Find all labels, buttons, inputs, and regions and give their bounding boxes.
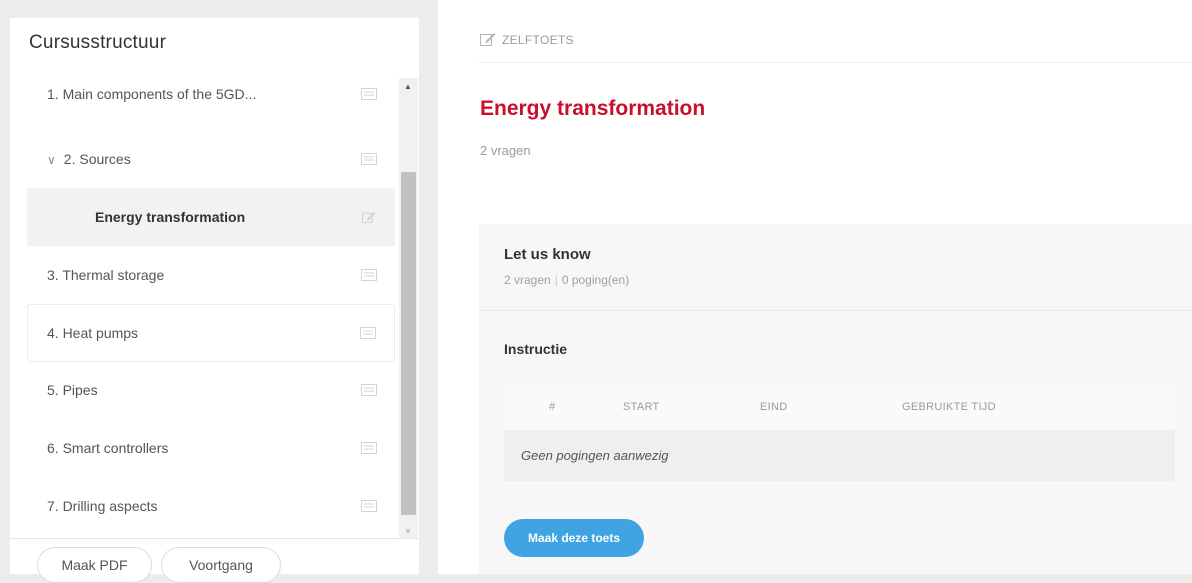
quiz-card: Let us know 2 vragen | 0 poging(en) Instru… xyxy=(479,224,1192,574)
nav-item-smart-controllers[interactable]: 6. Smart controllers xyxy=(27,419,395,477)
nav-item-label: Energy transformation xyxy=(95,209,246,225)
document-icon xyxy=(361,442,377,454)
nav-item-heat-pumps[interactable]: 4. Heat pumps xyxy=(27,304,395,362)
attempts-table: # START EIND GEBRUIKTE TIJD Geen poginge… xyxy=(504,384,1175,481)
nav-item-label: 4. Heat pumps xyxy=(47,325,139,341)
main-content: ZELFTOETS Energy transformation 2 vragen… xyxy=(438,0,1192,574)
document-icon xyxy=(361,500,377,512)
nav-item-main-components[interactable]: 1. Main components of the 5GD... xyxy=(27,73,395,123)
nav-item-drilling-aspects[interactable]: 7. Drilling aspects xyxy=(27,477,395,533)
document-icon xyxy=(361,88,377,100)
sidebar-title: Cursusstructuur xyxy=(29,32,167,53)
scroll-down-arrow-icon[interactable]: ▼ xyxy=(404,527,412,536)
table-row: Geen pogingen aanwezig xyxy=(504,431,1175,481)
nav-item-label: 1. Main components of the 5GD... xyxy=(47,86,257,102)
edit-icon xyxy=(362,211,376,223)
nav-item-label: 2. Sources xyxy=(63,151,131,167)
page-title: Energy transformation xyxy=(480,97,706,120)
empty-state-text: Geen pogingen aanwezig xyxy=(521,448,669,463)
course-nav-list: 1. Main components of the 5GD... ∨ 2. Sou… xyxy=(10,73,397,533)
nav-item-label: 6. Smart controllers xyxy=(47,440,169,456)
progress-button[interactable]: Voortgang xyxy=(161,547,281,583)
column-header-time-used: GEBRUIKTE TIJD xyxy=(902,401,996,413)
make-pdf-button[interactable]: Maak PDF xyxy=(37,547,152,583)
sidebar-scrollbar[interactable]: ▲ ▼ xyxy=(399,78,418,538)
scroll-up-arrow-icon[interactable]: ▲ xyxy=(404,82,412,91)
quiz-meta: 2 vragen | 0 poging(en) xyxy=(504,273,629,287)
instruction-heading: Instructie xyxy=(504,341,568,357)
document-icon xyxy=(361,269,377,281)
breadcrumb: ZELFTOETS xyxy=(480,32,574,47)
document-icon xyxy=(361,384,377,396)
quiz-title: Let us know xyxy=(504,246,591,263)
header-divider xyxy=(478,62,1192,63)
quiz-attempt-count: 0 poging(en) xyxy=(561,273,630,287)
nav-item-label: 3. Thermal storage xyxy=(47,267,165,283)
sidebar-footer: Maak PDF Voortgang xyxy=(10,538,419,583)
edit-icon xyxy=(480,33,496,46)
nav-item-sources[interactable]: ∨ 2. Sources xyxy=(27,130,395,188)
nav-item-label-wrap: ∨ 2. Sources xyxy=(47,151,131,167)
column-header-number: # xyxy=(549,401,556,413)
nav-item-thermal-storage[interactable]: 3. Thermal storage xyxy=(27,246,395,304)
nav-item-label: 5. Pipes xyxy=(47,382,98,398)
chevron-down-icon[interactable]: ∨ xyxy=(47,153,56,167)
table-header: # START EIND GEBRUIKTE TIJD xyxy=(504,384,1175,431)
column-header-start: START xyxy=(623,401,660,413)
nav-item-pipes[interactable]: 5. Pipes xyxy=(27,361,395,419)
document-icon xyxy=(360,327,376,339)
quiz-question-count: 2 vragen xyxy=(504,273,551,287)
breadcrumb-label: ZELFTOETS xyxy=(502,32,574,47)
scrollbar-thumb[interactable] xyxy=(401,172,416,515)
document-icon xyxy=(361,153,377,165)
course-structure-sidebar: Cursusstructuur 1. Main components of th… xyxy=(10,18,419,583)
card-divider xyxy=(479,310,1192,311)
column-header-end: EIND xyxy=(760,401,788,413)
meta-separator: | xyxy=(554,273,558,287)
start-quiz-button[interactable]: Maak deze toets xyxy=(504,519,644,557)
question-count: 2 vragen xyxy=(480,143,531,158)
nav-item-label: 7. Drilling aspects xyxy=(47,498,158,514)
nav-item-energy-transformation[interactable]: Energy transformation xyxy=(27,188,395,246)
